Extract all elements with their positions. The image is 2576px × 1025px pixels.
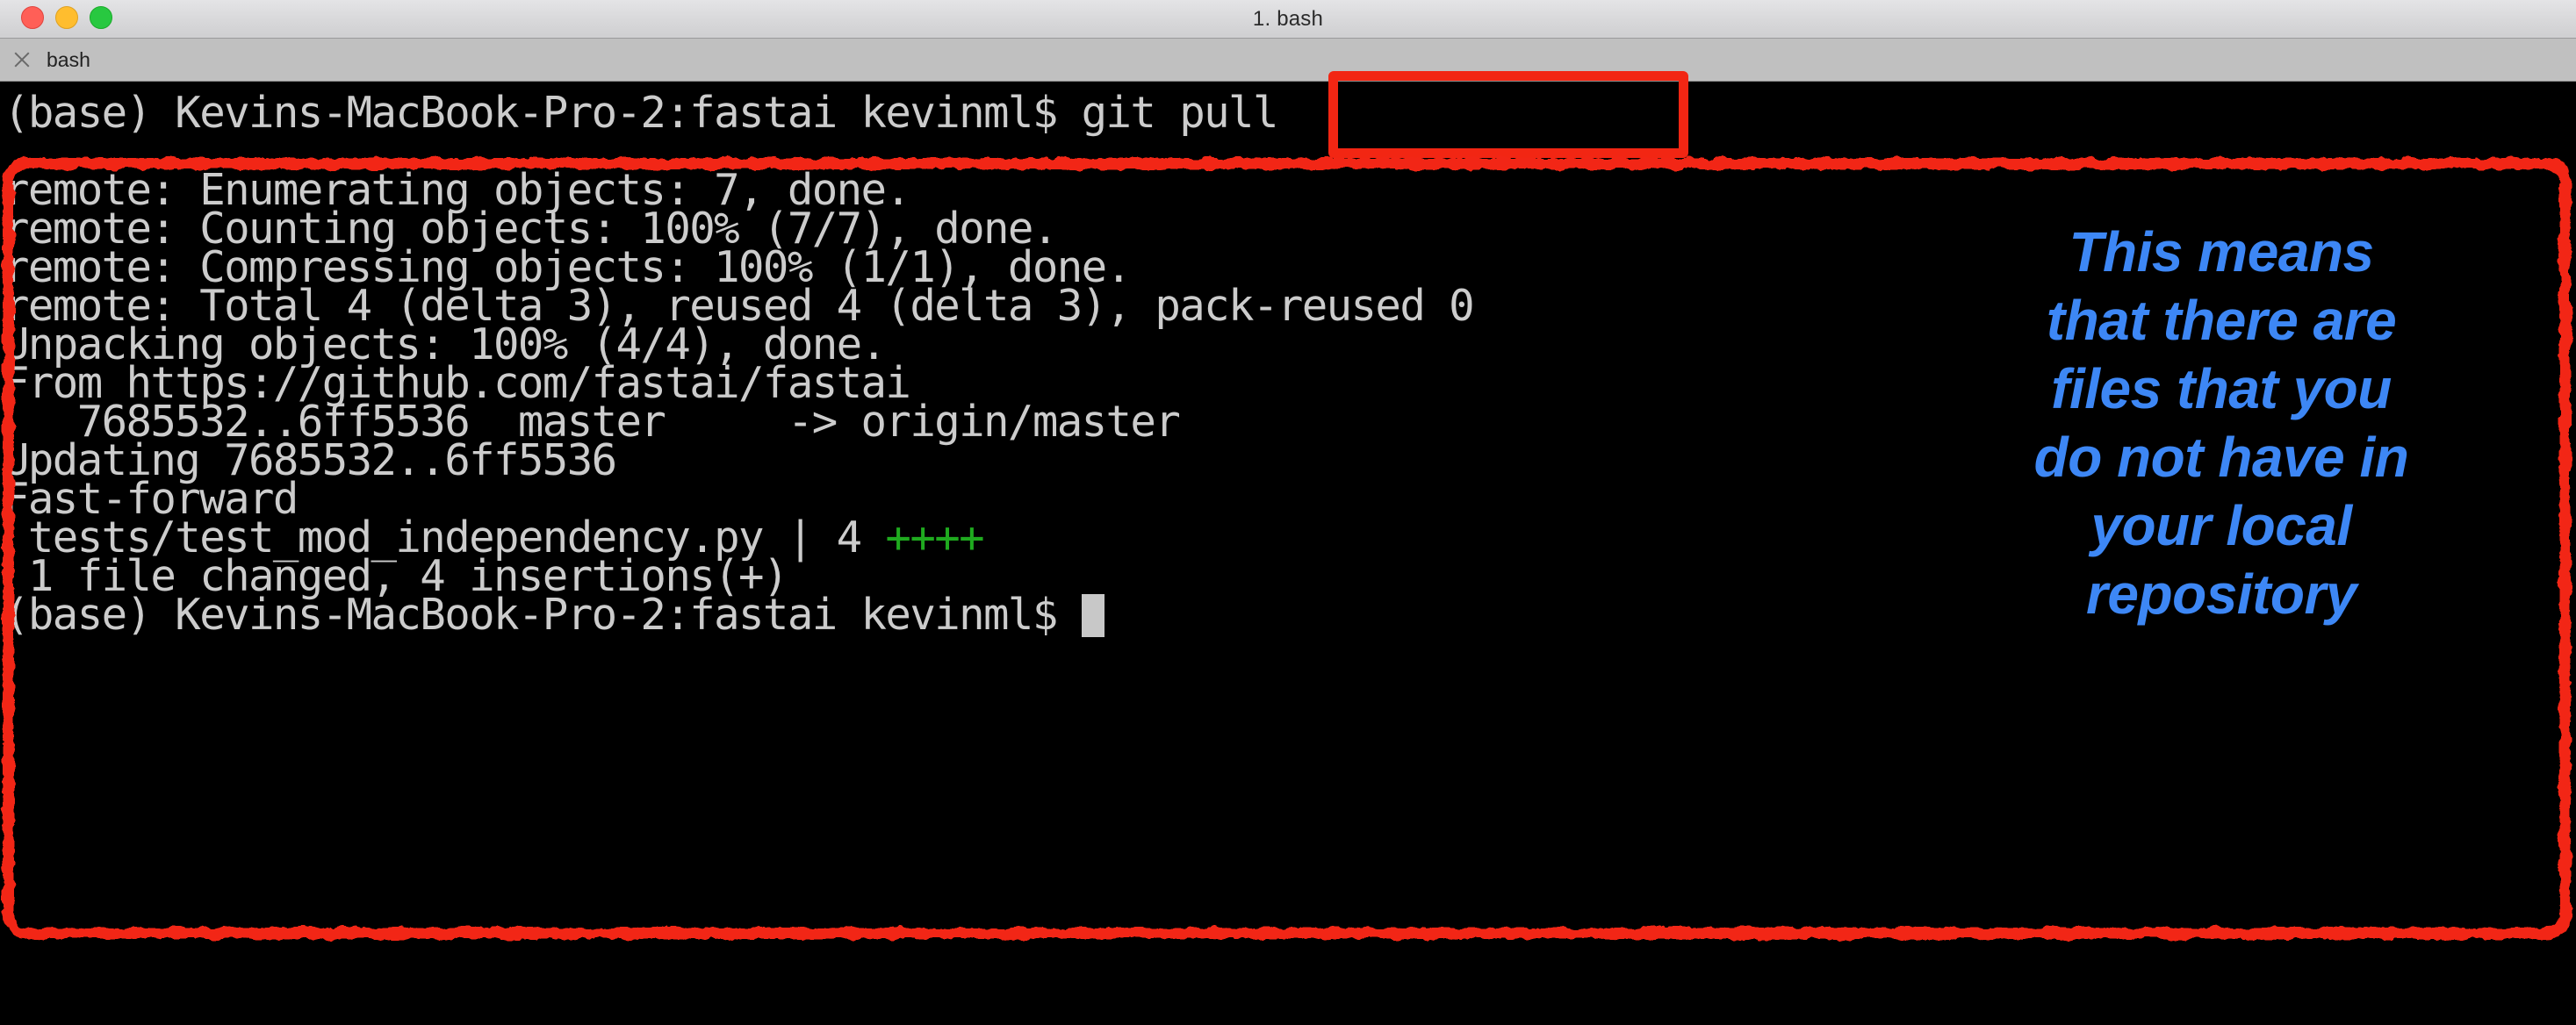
command-prompt-line: (base) Kevins-MacBook-Pro-2:fastai kevin… [4, 88, 1279, 138]
tab-label: bash [47, 47, 90, 71]
shell-prompt: (base) Kevins-MacBook-Pro-2:fastai kevin… [4, 88, 1033, 138]
close-icon[interactable] [12, 50, 32, 69]
shell-prompt: (base) Kevins-MacBook-Pro-2:fastai kevin… [4, 590, 1082, 640]
tab-bar: bash [0, 39, 2576, 82]
diffstat-additions: ++++ [885, 512, 984, 563]
window-titlebar: 1. bash [0, 0, 2576, 39]
typed-command: git pull [1056, 88, 1279, 138]
tab-bash[interactable]: bash [0, 39, 90, 81]
window-title: 1. bash [1252, 7, 1324, 31]
final-prompt-line[interactable]: (base) Kevins-MacBook-Pro-2:fastai kevin… [4, 591, 1105, 640]
annotation-note: This means that there are files that you… [2033, 220, 2409, 626]
terminal-window: 1. bash bash (base) Kevins-MacBook-Pro-2… [0, 0, 2576, 1025]
prompt-dollar: $ [1032, 88, 1059, 138]
block-cursor [1081, 594, 1105, 637]
